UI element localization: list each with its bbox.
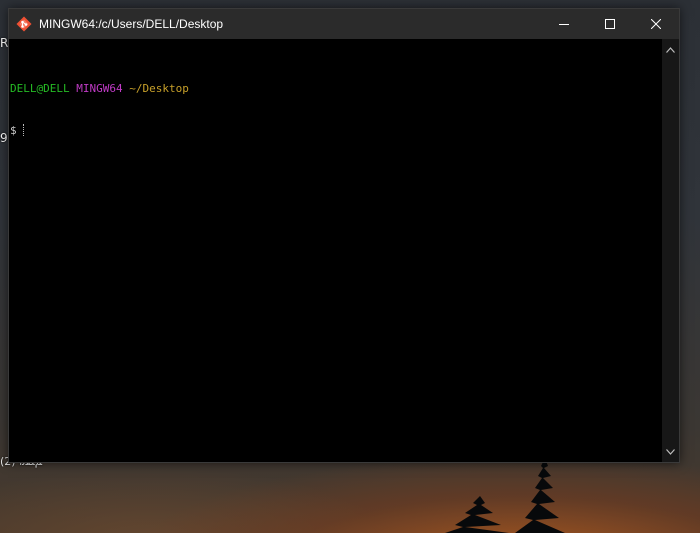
git-bash-window[interactable]: MINGW64:/c/Users/DELL/Desktop DELL@DELL … <box>8 8 680 463</box>
minimize-icon <box>559 24 569 25</box>
title-bar[interactable]: MINGW64:/c/Users/DELL/Desktop <box>9 9 679 39</box>
maximize-icon <box>605 19 615 29</box>
prompt-shell-name: MINGW64 <box>76 82 123 95</box>
tree-silhouette <box>445 458 565 533</box>
maximize-button[interactable] <box>587 9 633 39</box>
git-bash-icon <box>16 16 32 32</box>
close-button[interactable] <box>633 9 679 39</box>
desktop-edge-text: 9 <box>0 131 8 145</box>
prompt-symbol: $ <box>10 124 17 137</box>
text-cursor <box>22 124 25 136</box>
prompt-line: DELL@DELL MINGW64 ~/Desktop <box>10 82 662 96</box>
close-icon <box>651 19 661 29</box>
scroll-up-button[interactable] <box>662 41 679 58</box>
scroll-down-button[interactable] <box>662 443 679 460</box>
vertical-scrollbar[interactable] <box>662 39 679 462</box>
command-line[interactable]: $ <box>10 124 662 138</box>
terminal-output[interactable]: DELL@DELL MINGW64 ~/Desktop $ <box>9 39 662 462</box>
prompt-path: ~/Desktop <box>129 82 189 95</box>
prompt-user-host: DELL@DELL <box>10 82 70 95</box>
chevron-down-icon <box>666 448 675 455</box>
desktop-background: R 9 ﻢﻠﻔﻟﺍ (2) MINGW64:/c/Users/DELL/Desk… <box>0 0 700 533</box>
minimize-button[interactable] <box>541 9 587 39</box>
window-title: MINGW64:/c/Users/DELL/Desktop <box>39 17 224 31</box>
chevron-up-icon <box>666 46 675 53</box>
